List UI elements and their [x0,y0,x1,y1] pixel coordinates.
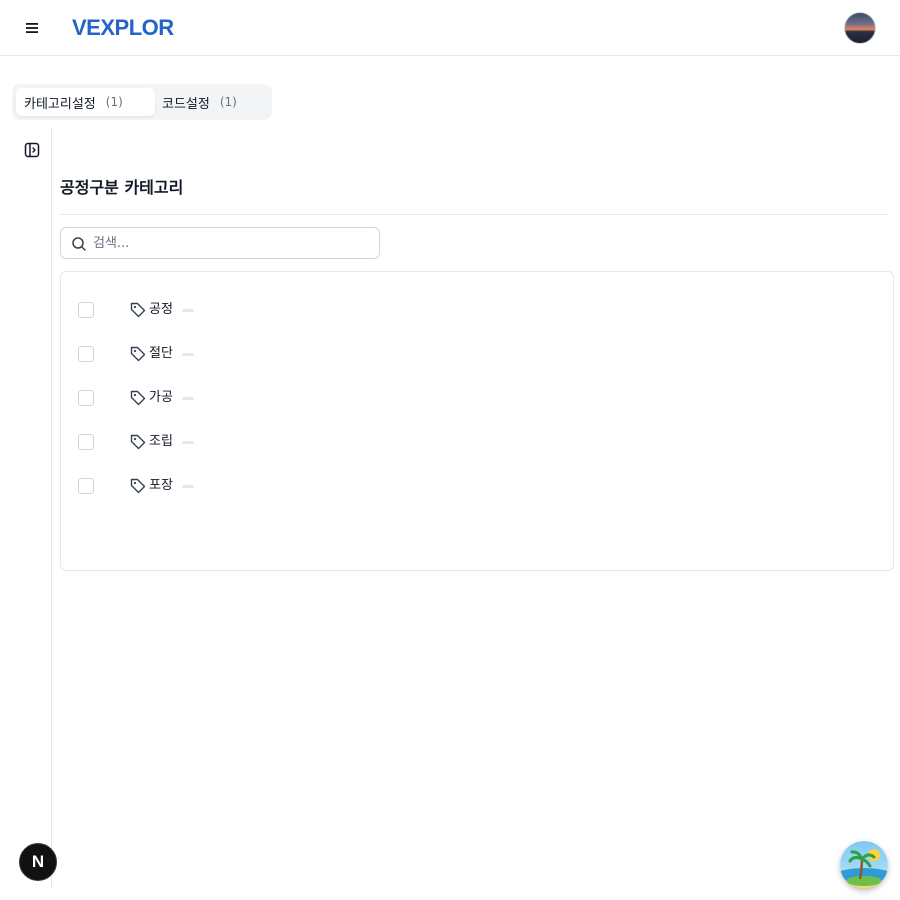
dev-tools-button[interactable]: N [19,843,57,881]
sidebar-toggle-icon[interactable] [24,142,40,158]
page-title: 공정구분 카테고리 [60,178,184,197]
search-box [60,227,380,259]
divider [60,214,888,215]
item-checkbox[interactable] [78,390,94,406]
item-checkbox[interactable] [78,434,94,450]
search-icon [72,237,86,251]
user-avatar[interactable] [844,12,876,44]
tag-icon [130,478,146,494]
tab-list: 카테고리설정 (1) 코드설정 (1) [12,84,272,120]
item-label: 가공 [149,390,173,405]
tab-label: 카테고리설정 [24,96,96,112]
tab-category-settings[interactable]: 카테고리설정 (1) [16,88,155,116]
item-indicator [182,441,194,444]
tag-icon [130,390,146,406]
item-indicator [182,485,194,488]
item-indicator [182,397,194,400]
beach-assistant-icon[interactable] [840,841,888,889]
list-item[interactable]: 공정 [61,294,889,338]
tab-count: (1) [105,95,123,109]
item-checkbox[interactable] [78,478,94,494]
list-item[interactable]: 포장 [61,470,889,514]
left-rail [0,128,52,888]
tab-label: 코드설정 [162,96,210,112]
dev-tools-label: N [31,852,45,871]
list-item[interactable]: 절단 [61,338,889,382]
list-item[interactable]: 조립 [61,426,889,470]
category-list: 공정 절단 가공 조립 포장 [60,271,894,571]
tab-code-settings[interactable]: 코드설정 (1) [158,88,268,116]
item-checkbox[interactable] [78,346,94,362]
search-input[interactable] [93,232,373,254]
item-indicator [182,309,194,312]
tag-icon [130,302,146,318]
hamburger-menu-icon[interactable] [22,18,42,38]
tag-icon [130,346,146,362]
logo-text: VEXPLOR [72,15,174,40]
app-logo[interactable]: VEXPLOR [72,10,174,46]
item-label: 공정 [149,302,173,317]
tag-icon [130,434,146,450]
item-label: 조립 [149,434,173,449]
item-indicator [182,353,194,356]
tab-count: (1) [219,95,237,109]
app-header: VEXPLOR [0,0,900,56]
item-label: 포장 [149,478,173,493]
list-item[interactable]: 가공 [61,382,889,426]
item-checkbox[interactable] [78,302,94,318]
item-label: 절단 [149,346,173,361]
